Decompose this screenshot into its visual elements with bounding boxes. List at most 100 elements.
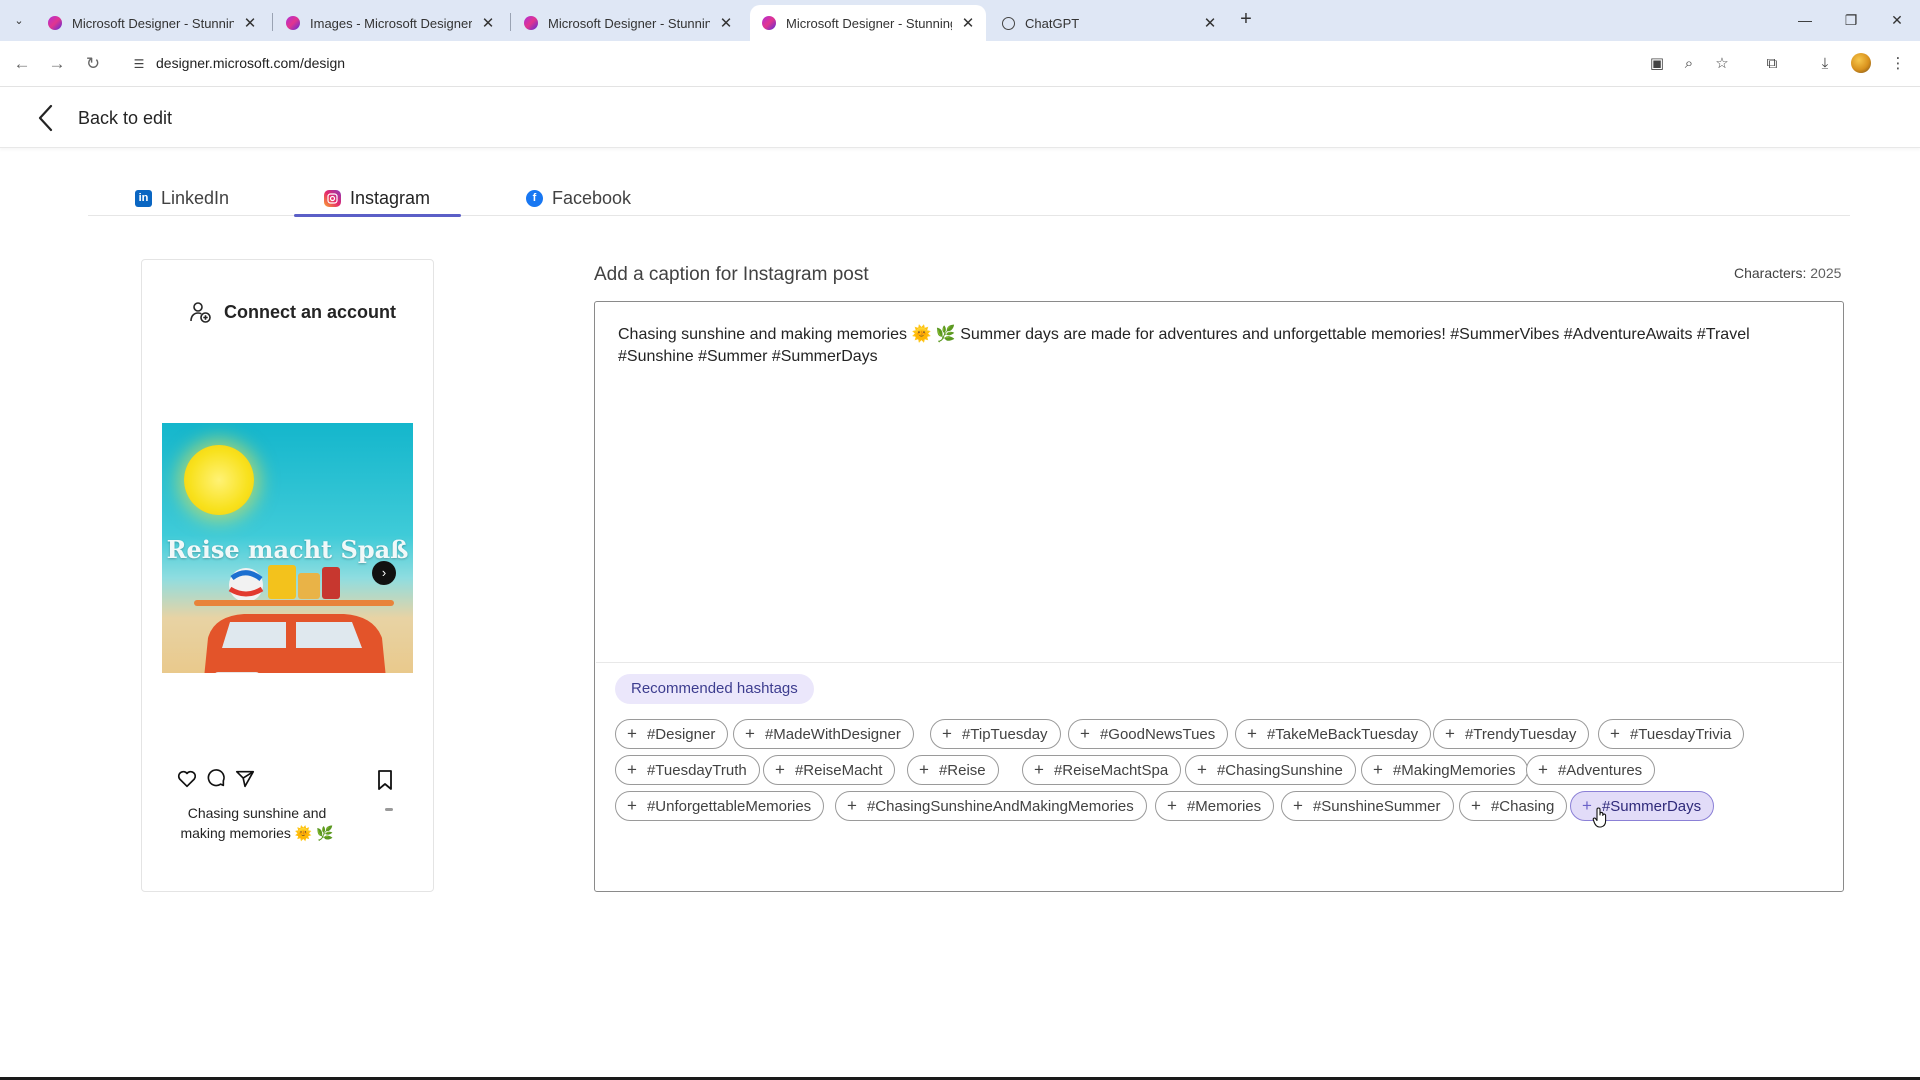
address-bar-row: ← → ↻ ☰ designer.microsoft.com/design ▣ …	[0, 41, 1920, 87]
hashtag-chip[interactable]: + #ReiseMacht	[763, 755, 896, 785]
bookmark-star-icon[interactable]: ☆	[1710, 52, 1734, 76]
install-app-icon[interactable]: ▣	[1645, 52, 1669, 76]
car-illustration	[194, 600, 394, 673]
preview-caption: Chasing sunshine and making memories 🌞 🌿	[180, 805, 334, 841]
zoom-icon[interactable]: ⌕	[1677, 52, 1701, 76]
back-to-edit-link[interactable]: Back to edit	[78, 108, 172, 129]
chatgpt-icon	[1002, 16, 1015, 30]
share-icon[interactable]	[234, 768, 256, 790]
platform-tab-list: in LinkedIn Instagram f Facebook	[88, 180, 1850, 216]
browser-tab[interactable]: ChatGPT ✕	[990, 5, 1228, 41]
plus-icon: +	[847, 796, 857, 815]
hashtag-chip[interactable]: + #GoodNewsTues	[1068, 719, 1229, 749]
character-count: Characters: 2025	[1734, 265, 1842, 281]
heart-icon[interactable]	[176, 768, 198, 790]
plus-icon: +	[1167, 796, 1177, 815]
plus-icon: +	[1034, 760, 1044, 779]
designer-icon	[524, 16, 538, 30]
hashtag-chip[interactable]: + #ChasingSunshineAndMakingMemories	[835, 791, 1147, 821]
instagram-icon	[324, 189, 341, 207]
plus-icon: +	[1247, 724, 1257, 743]
close-tab-icon[interactable]: ✕	[480, 14, 496, 32]
tab-instagram[interactable]: Instagram	[324, 180, 430, 216]
hashtag-chip[interactable]: + #MakingMemories	[1361, 755, 1529, 785]
hashtag-chip[interactable]: + #ReiseMachtSpa	[1022, 755, 1182, 785]
active-tab-indicator	[294, 214, 461, 217]
facebook-icon: f	[526, 189, 543, 207]
browser-tab[interactable]: Microsoft Designer - Stunning d ✕	[512, 5, 744, 41]
browser-tab[interactable]: Images - Microsoft Designer ✕	[274, 5, 506, 41]
plus-icon: +	[1197, 760, 1207, 779]
tab-linkedin[interactable]: in LinkedIn	[135, 180, 229, 216]
hashtag-chip[interactable]: + #TakeMeBackTuesday	[1235, 719, 1432, 749]
designer-header: Back to edit	[0, 87, 1920, 148]
post-image: Reise macht Spaß ›	[162, 423, 413, 673]
hashtag-chip[interactable]: + #Reise	[907, 755, 999, 785]
designer-icon	[48, 16, 62, 30]
hand-cursor-icon	[1592, 807, 1607, 828]
hashtag-chip[interactable]: + #Chasing	[1459, 791, 1568, 821]
caption-label: Add a caption for Instagram post	[594, 264, 869, 285]
close-window-icon[interactable]: ✕	[1874, 8, 1920, 32]
browser-tab-active[interactable]: Microsoft Designer - Stunning d ✕	[750, 5, 986, 41]
plus-icon: +	[1080, 724, 1090, 743]
back-arrow-icon[interactable]: ←	[9, 51, 35, 77]
post-actions	[176, 768, 406, 792]
address-bar[interactable]: ☰ designer.microsoft.com/design	[122, 47, 1652, 81]
plus-icon: +	[627, 724, 637, 743]
close-tab-icon[interactable]: ✕	[1202, 14, 1218, 32]
plus-icon: +	[627, 796, 637, 815]
sun-illustration	[184, 445, 254, 515]
hashtag-chip[interactable]: + #TuesdayTruth	[615, 755, 760, 785]
hashtag-chip[interactable]: + #UnforgettableMemories	[615, 791, 825, 821]
add-person-icon	[190, 302, 211, 323]
tab-search-chevron-icon[interactable]: ⌄	[8, 9, 30, 31]
hashtag-chip[interactable]: + #MadeWithDesigner	[733, 719, 914, 749]
hashtag-chip[interactable]: + #TipTuesday	[930, 719, 1061, 749]
url-text[interactable]: designer.microsoft.com/design	[156, 55, 345, 71]
caption-textarea[interactable]: Chasing sunshine and making memories 🌞 🌿…	[618, 324, 1818, 368]
restore-icon[interactable]: ❐	[1828, 8, 1874, 32]
hashtag-chip[interactable]: + #Designer	[615, 719, 729, 749]
hashtag-chip[interactable]: + #Adventures	[1526, 755, 1656, 785]
tab-facebook[interactable]: f Facebook	[526, 180, 631, 216]
reload-icon[interactable]: ↻	[80, 51, 106, 77]
hashtag-chip[interactable]: + #Memories	[1155, 791, 1275, 821]
hashtag-chip[interactable]: + #TrendyTuesday	[1433, 719, 1590, 749]
instagram-post-preview: Connect an account Reise macht Spaß › Ch…	[141, 259, 434, 892]
plus-icon: +	[745, 724, 755, 743]
minimize-icon[interactable]: —	[1782, 8, 1828, 32]
connect-account-button[interactable]: Connect an account	[188, 300, 396, 324]
plus-icon: +	[775, 760, 785, 779]
downloads-icon[interactable]: ⤓	[1813, 52, 1837, 76]
hashtag-chip[interactable]: + #TuesdayTrivia	[1598, 719, 1745, 749]
carousel-indicator	[385, 808, 393, 811]
divider	[596, 662, 1842, 663]
plus-icon: +	[1445, 724, 1455, 743]
close-tab-icon[interactable]: ✕	[718, 14, 734, 32]
new-tab-button[interactable]: +	[1234, 8, 1258, 32]
profile-avatar[interactable]	[1851, 53, 1871, 73]
plus-icon: +	[1538, 760, 1548, 779]
plus-icon: +	[1471, 796, 1481, 815]
forward-arrow-icon[interactable]: →	[44, 51, 70, 77]
close-tab-icon[interactable]: ✕	[960, 14, 976, 32]
plus-icon: +	[1582, 796, 1592, 815]
plus-icon: +	[1293, 796, 1303, 815]
hashtag-chip[interactable]: + #ChasingSunshine	[1185, 755, 1356, 785]
next-image-button[interactable]: ›	[372, 561, 396, 585]
chevron-left-icon[interactable]	[34, 103, 58, 133]
extensions-icon[interactable]: ⧉	[1760, 52, 1784, 76]
browser-tab[interactable]: Microsoft Designer - Stunning d ✕	[36, 5, 268, 41]
plus-icon: +	[1610, 724, 1620, 743]
designer-icon	[286, 16, 300, 30]
bookmark-icon[interactable]	[374, 768, 396, 792]
caption-editor: Chasing sunshine and making memories 🌞 🌿…	[594, 301, 1844, 892]
browser-tab-bar: ⌄ Microsoft Designer - Stunning d ✕ Imag…	[0, 0, 1920, 41]
comment-icon[interactable]	[205, 768, 227, 790]
more-menu-icon[interactable]: ⋮	[1886, 52, 1910, 76]
plus-icon: +	[919, 760, 929, 779]
hashtag-chip[interactable]: + #SunshineSummer	[1281, 791, 1454, 821]
close-tab-icon[interactable]: ✕	[242, 14, 258, 32]
site-info-icon[interactable]: ☰	[130, 55, 148, 73]
